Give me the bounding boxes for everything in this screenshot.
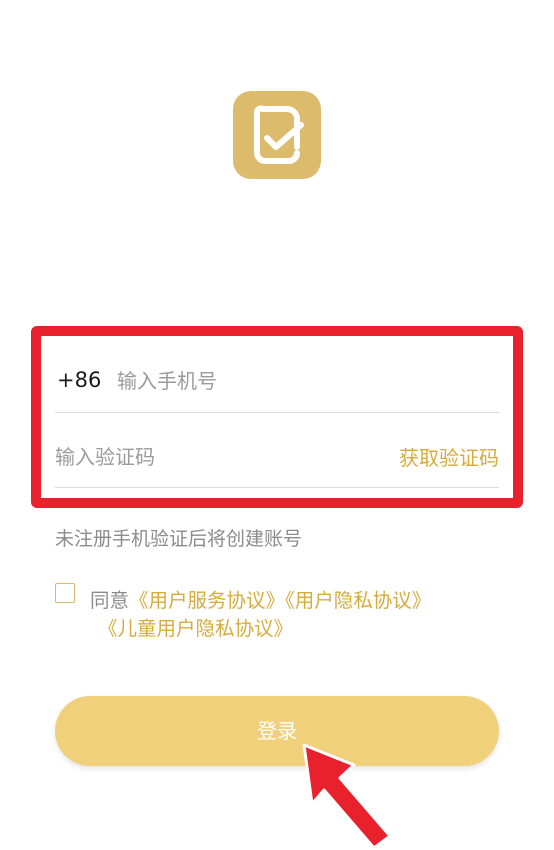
check-document-icon: [254, 105, 304, 164]
annotation-highlight-box: [31, 326, 523, 508]
app-logo: [233, 91, 321, 179]
children-privacy-agreement-link[interactable]: 《儿童用户隐私协议》: [98, 617, 293, 640]
login-button[interactable]: 登录: [55, 696, 499, 766]
agreement-prefix: 同意: [90, 589, 130, 612]
privacy-agreement-link[interactable]: 《用户隐私协议》: [285, 589, 431, 612]
register-hint: 未注册手机验证后将创建账号: [55, 528, 303, 550]
agreement-text: 同意《用户服务协议》《用户隐私协议》《儿童用户隐私协议》: [90, 587, 500, 643]
service-agreement-link[interactable]: 《用户服务协议》: [129, 589, 285, 612]
agreement-checkbox[interactable]: [55, 583, 75, 603]
